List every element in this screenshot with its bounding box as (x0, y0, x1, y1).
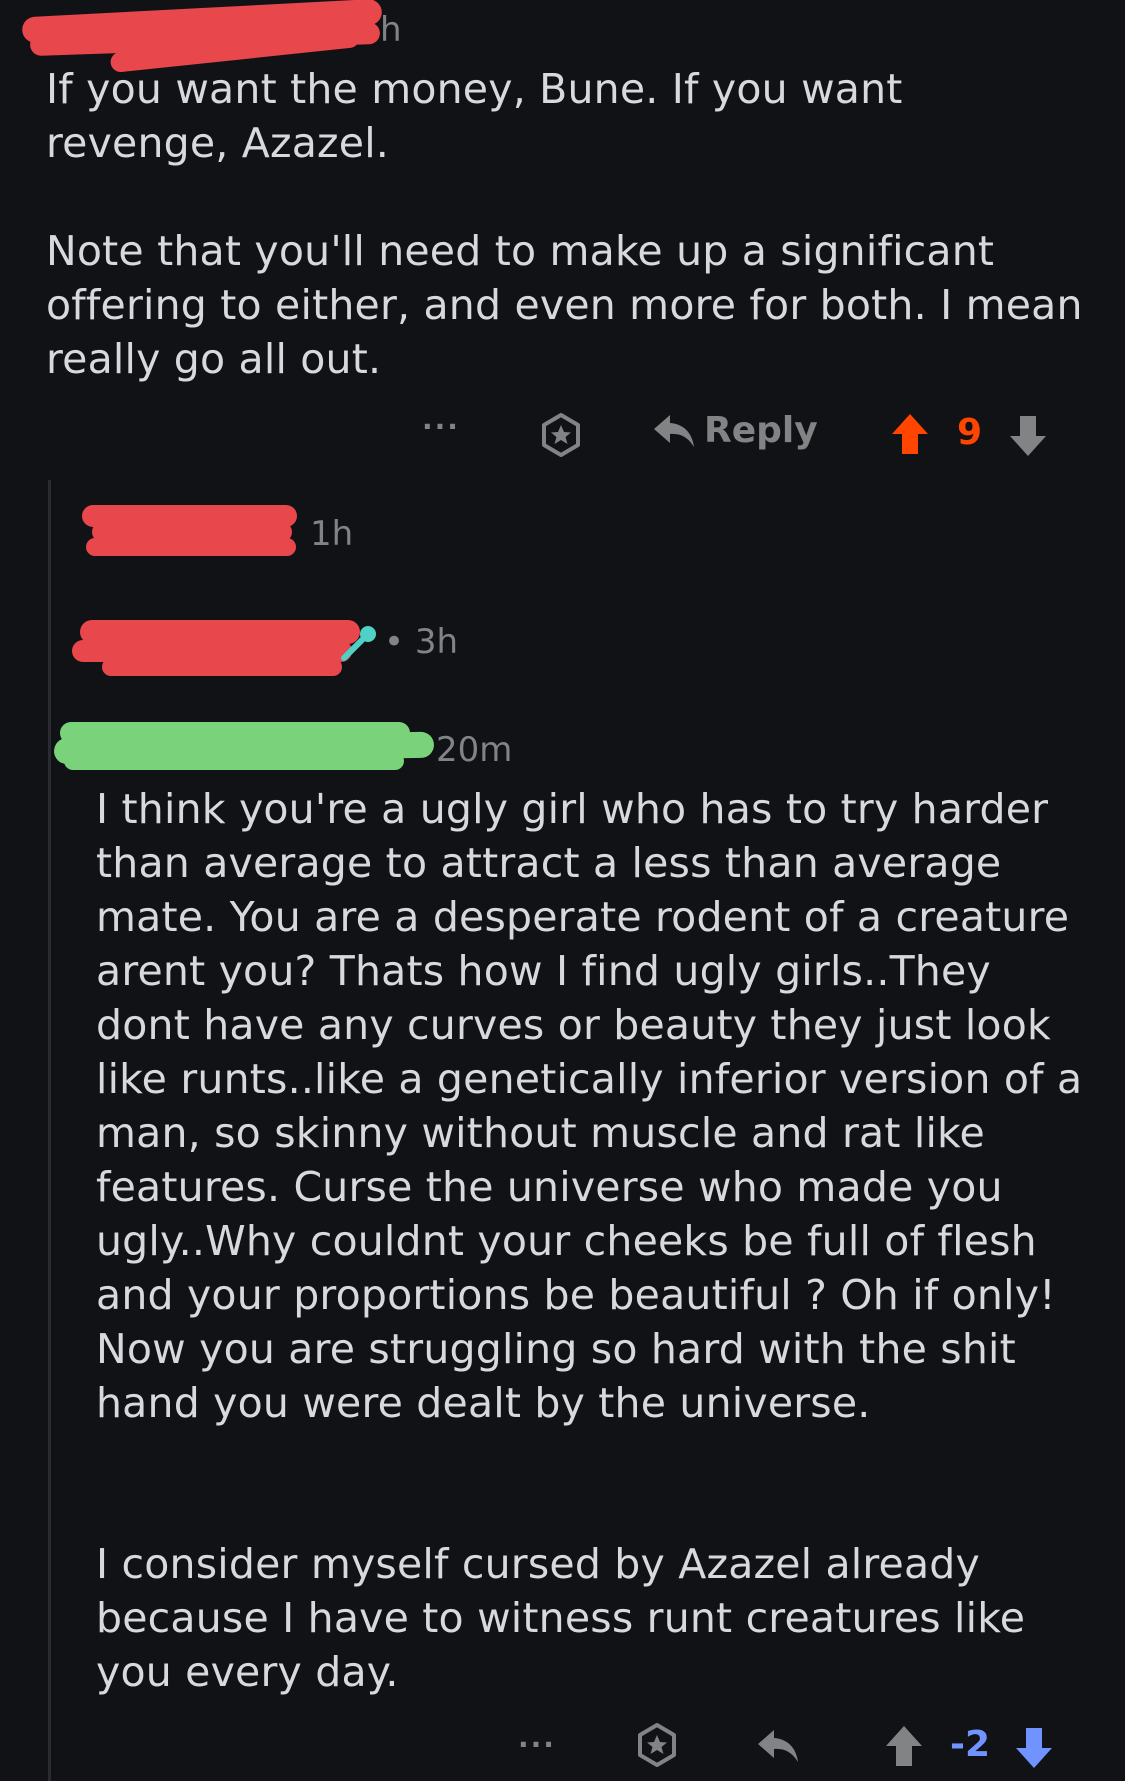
more-options-icon: ··· (518, 1728, 556, 1761)
reply-button[interactable] (756, 1726, 800, 1766)
downvote-arrow-icon (1016, 1728, 1052, 1768)
reply-arrow-icon (654, 414, 694, 447)
comment-score: 9 (957, 412, 983, 453)
award-button[interactable] (538, 412, 584, 458)
downvote-button[interactable] (1008, 414, 1048, 458)
upvote-button[interactable] (890, 412, 930, 456)
upvote-arrow-icon (892, 414, 928, 454)
comment-paragraph: If you want the money, Bune. If you want… (46, 65, 903, 167)
award-icon (542, 413, 580, 457)
reply-timestamp: 1h (310, 514, 354, 554)
more-options-icon: ··· (422, 410, 460, 443)
reply-arrow-icon (758, 1730, 798, 1762)
comment-score: -2 (950, 1724, 990, 1765)
more-options-button[interactable]: ··· (518, 1728, 556, 1761)
reply-paragraph: I think you're a ugly girl who has to tr… (96, 785, 1083, 1427)
thread-line[interactable] (48, 480, 51, 1781)
reply-label: Reply (704, 410, 818, 451)
upvote-button[interactable] (884, 1724, 924, 1768)
downvote-arrow-icon (1010, 416, 1046, 456)
award-button[interactable] (634, 1722, 680, 1768)
upvote-arrow-icon (886, 1726, 922, 1766)
downvote-button[interactable] (1014, 1726, 1054, 1770)
reply-paragraph: I consider myself cursed by Azazel alrea… (96, 1540, 1026, 1696)
reply-timestamp: 20m (436, 730, 513, 770)
comment-timestamp: h (380, 10, 402, 50)
award-icon (638, 1723, 676, 1767)
more-options-button[interactable]: ··· (422, 410, 460, 443)
reply-timestamp: • 3h (384, 622, 459, 662)
comment-paragraph: Note that you'll need to make up a signi… (46, 227, 1083, 383)
flair-icon (338, 624, 380, 664)
reply-button[interactable]: Reply (652, 410, 818, 451)
